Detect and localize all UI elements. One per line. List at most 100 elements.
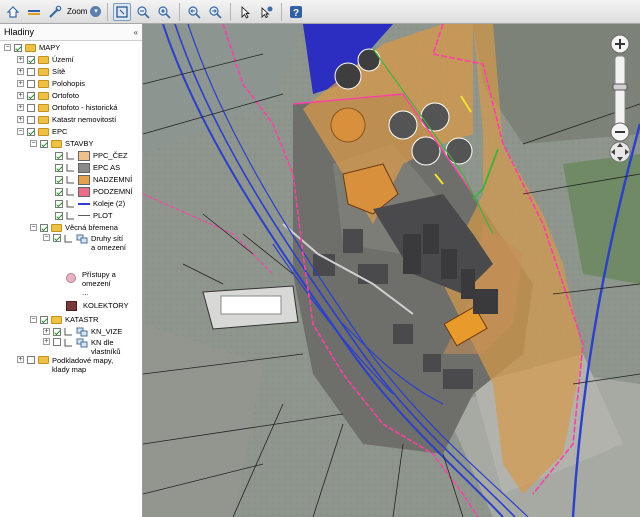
zoom-in-icon[interactable] [155, 3, 173, 21]
layer-checkbox[interactable] [27, 356, 35, 364]
expand-toggle-icon[interactable]: + [17, 68, 24, 75]
layer-checkbox[interactable] [55, 199, 63, 208]
layer-checkbox[interactable] [55, 163, 63, 172]
layer-checkbox[interactable] [40, 223, 48, 232]
zoom-out-button[interactable] [610, 122, 630, 142]
collapse-toggle-icon[interactable]: − [30, 316, 37, 323]
layer-checkbox[interactable] [40, 139, 48, 148]
layer-row-kn-dle-vlastniku[interactable]: + KN dle vlastníků [43, 338, 121, 356]
toolbar: Zoom ▾ ? [0, 0, 640, 24]
layer-checkbox[interactable] [55, 175, 63, 184]
layer-checkbox[interactable] [27, 115, 35, 124]
select-arrow-icon[interactable] [236, 3, 254, 21]
legend-swatch [66, 300, 77, 311]
next-extent-icon[interactable] [206, 3, 224, 21]
layer-checkbox[interactable] [55, 151, 63, 160]
layer-checkbox[interactable] [27, 79, 35, 88]
layer-row-katastr-nemovitosti[interactable]: + Katastr nemovitostí [17, 114, 116, 125]
layer-checkbox[interactable] [53, 234, 61, 242]
layer-checkbox[interactable] [27, 67, 35, 76]
layer-row-vecna-bremena[interactable]: − Věcná břemena [30, 222, 118, 233]
layer-row-ortofoto[interactable]: + Ortofoto [17, 90, 79, 101]
pan-control[interactable] [609, 141, 631, 163]
layer-row-polohopis[interactable]: + Polohopis [17, 78, 85, 89]
feature-layer-icon [66, 187, 75, 196]
collapse-panel-icon[interactable]: « [134, 28, 138, 37]
layer-checkbox[interactable] [53, 338, 61, 346]
previous-extent-icon[interactable] [185, 3, 203, 21]
legend-swatch [78, 150, 90, 161]
layer-row-druhy-siti[interactable]: − Druhy sítí a omezení [43, 234, 126, 252]
zoom-in-button[interactable] [610, 34, 630, 54]
collapse-toggle-icon[interactable]: − [17, 128, 24, 135]
layer-checkbox[interactable] [27, 103, 35, 112]
legend-ellipsis: ... [82, 288, 89, 297]
legend-line-swatch [78, 202, 90, 205]
layer-row-podzemni[interactable]: PODZEMNÍ [55, 186, 133, 197]
layer-label: KN_VIZE [91, 327, 123, 336]
expand-toggle-icon[interactable]: + [17, 356, 24, 363]
expand-toggle-icon[interactable]: + [43, 328, 50, 335]
layer-row-kn-vize[interactable]: + KN_VIZE [43, 326, 122, 337]
layer-checkbox[interactable] [14, 43, 22, 52]
layer-row-nadzemni[interactable]: NADZEMNÍ [55, 174, 132, 185]
collapse-toggle-icon[interactable]: − [30, 224, 37, 231]
zoom-out-icon[interactable] [134, 3, 152, 21]
legend-label: omezení [82, 279, 111, 288]
layers-panel: Hladiny « − MAPY + Území + Sítě + Poloho… [0, 24, 143, 517]
orthophoto-map[interactable] [143, 24, 640, 517]
expand-toggle-icon[interactable]: + [43, 338, 50, 345]
layer-row-ortofoto-historicka[interactable]: + Ortofoto - historická [17, 102, 117, 113]
layer-label: KN dle [91, 338, 114, 347]
collapse-toggle-icon[interactable]: − [43, 234, 50, 241]
layers-icon[interactable] [25, 3, 43, 21]
legend-circle-swatch [66, 273, 76, 283]
legend-label: KOLEKTORY [83, 301, 129, 310]
group-layer-icon [76, 234, 88, 244]
collapse-toggle-icon[interactable]: − [30, 140, 37, 147]
layer-row-epc-as[interactable]: EPC AS [55, 162, 120, 173]
expand-toggle-icon[interactable]: + [17, 80, 24, 87]
layer-checkbox[interactable] [53, 327, 61, 336]
layer-checkbox[interactable] [40, 315, 48, 324]
folder-icon [38, 115, 49, 124]
collapse-toggle-icon[interactable]: − [4, 44, 11, 51]
layer-checkbox[interactable] [55, 187, 63, 196]
layer-label: Sítě [52, 67, 66, 76]
layer-checkbox[interactable] [27, 127, 35, 136]
zoom-slider-track[interactable] [614, 55, 626, 127]
layer-row-site[interactable]: + Sítě [17, 66, 65, 77]
expand-toggle-icon[interactable]: + [17, 56, 24, 63]
tools-icon[interactable] [46, 3, 64, 21]
layer-label-block: Druhy sítí a omezení [91, 234, 126, 252]
map-canvas[interactable] [143, 24, 640, 517]
layer-checkbox[interactable] [27, 55, 35, 64]
layer-row-uzemi[interactable]: + Území [17, 54, 74, 65]
feature-layer-icon [66, 163, 75, 172]
expand-toggle-icon[interactable]: + [17, 116, 24, 123]
layer-checkbox[interactable] [27, 91, 35, 100]
group-layer-icon [76, 338, 88, 348]
expand-toggle-icon[interactable]: + [17, 104, 24, 111]
layer-label: Koleje (2) [93, 199, 126, 208]
legend-swatch [78, 174, 90, 185]
layer-row-plot[interactable]: PLOT [55, 210, 113, 221]
help-icon[interactable]: ? [287, 3, 305, 21]
zoom-dropdown[interactable]: Zoom ▾ [67, 3, 102, 21]
home-icon[interactable] [4, 3, 22, 21]
layer-row-ppc-cez[interactable]: PPC_ČEZ [55, 150, 128, 161]
layer-row-koleje[interactable]: Koleje (2) [55, 198, 125, 209]
folder-icon [25, 43, 36, 52]
layer-row-katastr[interactable]: − KATASTR [30, 314, 98, 325]
identify-icon[interactable] [257, 3, 275, 21]
layer-row-mapy[interactable]: − MAPY [4, 42, 60, 53]
feature-layer-icon [64, 234, 73, 243]
layer-checkbox[interactable] [55, 211, 63, 220]
zoom-slider-thumb[interactable] [612, 83, 628, 91]
layer-label: vlastníků [91, 347, 121, 356]
expand-toggle-icon[interactable]: + [17, 92, 24, 99]
layer-row-podkladove-mapy[interactable]: + Podkladové mapy, klady map [17, 356, 113, 374]
layer-row-epc[interactable]: − EPC [17, 126, 67, 137]
pan-icon[interactable] [113, 2, 132, 21]
layer-row-stavby[interactable]: − STAVBY [30, 138, 93, 149]
